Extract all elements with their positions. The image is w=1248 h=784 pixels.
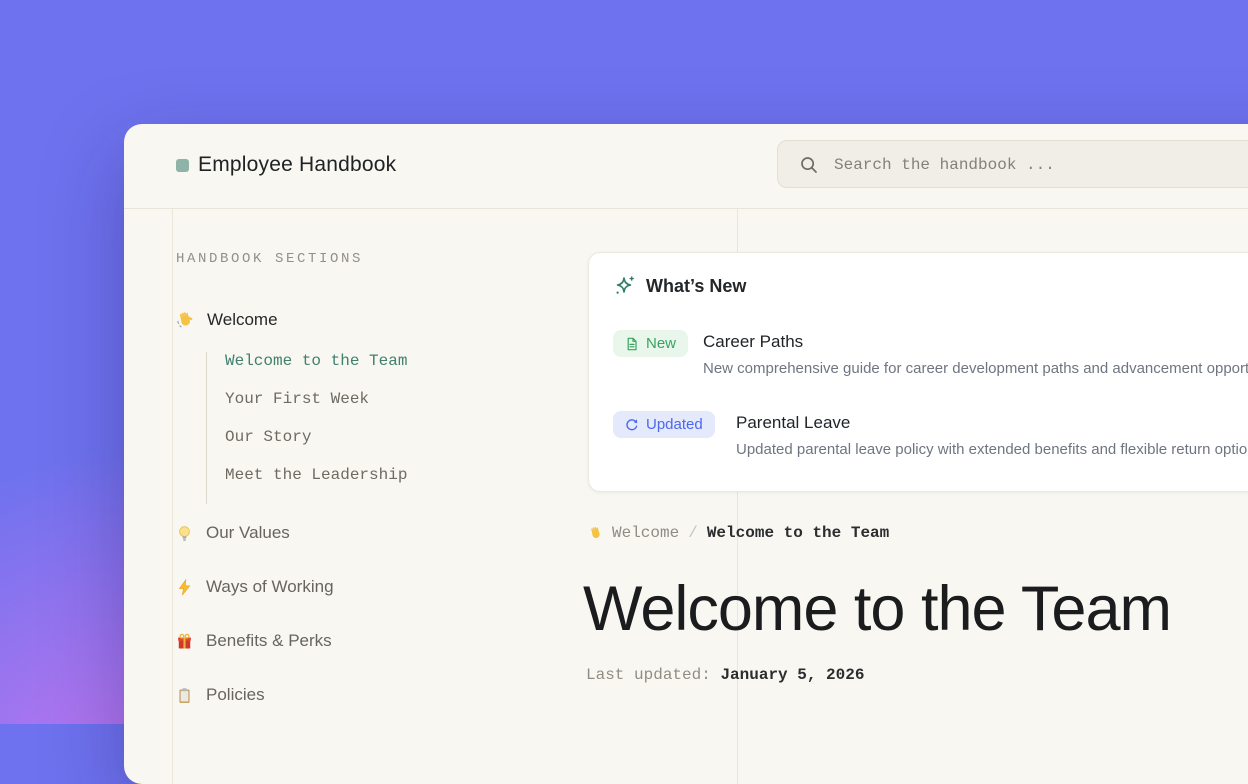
app-logo <box>176 159 189 172</box>
lightning-icon <box>176 579 193 596</box>
whats-new-header: What’s New <box>613 275 746 297</box>
search-input[interactable] <box>832 141 1248 189</box>
sidebar-section-label: HANDBOOK SECTIONS <box>176 251 363 267</box>
page-title: Welcome to the Team <box>583 576 1171 642</box>
wave-icon <box>176 311 194 329</box>
new-badge-label: New <box>646 335 676 352</box>
search-bar[interactable] <box>777 140 1248 188</box>
app-header: Employee Handbook <box>124 124 1248 209</box>
news-item-title: Career Paths <box>703 332 1248 352</box>
updated-badge-label: Updated <box>646 416 703 433</box>
gift-icon <box>176 633 193 650</box>
sidebar-item-benefits-perks[interactable]: Benefits & Perks <box>176 631 332 651</box>
refresh-icon <box>625 418 639 432</box>
new-badge: New <box>613 330 688 357</box>
search-icon <box>799 155 819 175</box>
breadcrumb-current: Welcome to the Team <box>707 524 889 542</box>
sidebar-item-ways-of-working[interactable]: Ways of Working <box>176 577 334 597</box>
news-item-career-paths[interactable]: Career Paths New comprehensive guide for… <box>703 332 1248 377</box>
sidebar-left-rule <box>172 208 173 784</box>
lightbulb-icon <box>176 525 193 542</box>
last-updated: Last updated: January 5, 2026 <box>586 666 864 684</box>
last-updated-label: Last updated: <box>586 666 711 684</box>
app-title: Employee Handbook <box>198 153 396 177</box>
sub-item-welcome-to-the-team[interactable]: Welcome to the Team <box>225 352 407 370</box>
updated-badge: Updated <box>613 411 715 438</box>
sidebar-item-label: Welcome <box>207 310 278 330</box>
wave-icon <box>588 526 603 541</box>
sidebar-item-label: Ways of Working <box>206 577 334 597</box>
handbook-window: Employee Handbook HANDBOOK SECTIONS Welc… <box>124 124 1248 784</box>
welcome-sub-list: Welcome to the Team Your First Week Our … <box>206 352 407 504</box>
document-icon <box>625 337 639 351</box>
sub-item-meet-the-leadership[interactable]: Meet the Leadership <box>225 466 407 484</box>
sub-item-your-first-week[interactable]: Your First Week <box>225 390 407 408</box>
whats-new-card: What’s New New Career Paths New comprehe… <box>588 252 1248 492</box>
breadcrumb-separator: / <box>688 524 698 542</box>
sidebar-item-label: Policies <box>206 685 265 705</box>
whats-new-title: What’s New <box>646 276 746 297</box>
news-item-parental-leave[interactable]: Parental Leave Updated parental leave po… <box>736 413 1248 458</box>
clipboard-icon <box>176 687 193 704</box>
breadcrumb: Welcome / Welcome to the Team <box>588 524 889 542</box>
sidebar-item-policies[interactable]: Policies <box>176 685 265 705</box>
sidebar-item-label: Our Values <box>206 523 290 543</box>
sidebar-item-welcome[interactable]: Welcome <box>176 310 278 330</box>
news-item-description: Updated parental leave policy with exten… <box>736 441 1248 458</box>
sidebar-item-label: Benefits & Perks <box>206 631 332 651</box>
sparkle-icon <box>613 275 635 297</box>
sidebar-item-our-values[interactable]: Our Values <box>176 523 290 543</box>
news-item-description: New comprehensive guide for career devel… <box>703 360 1248 377</box>
news-item-title: Parental Leave <box>736 413 1248 433</box>
breadcrumb-section[interactable]: Welcome <box>612 524 679 542</box>
last-updated-value: January 5, 2026 <box>720 666 864 684</box>
sub-item-our-story[interactable]: Our Story <box>225 428 407 446</box>
